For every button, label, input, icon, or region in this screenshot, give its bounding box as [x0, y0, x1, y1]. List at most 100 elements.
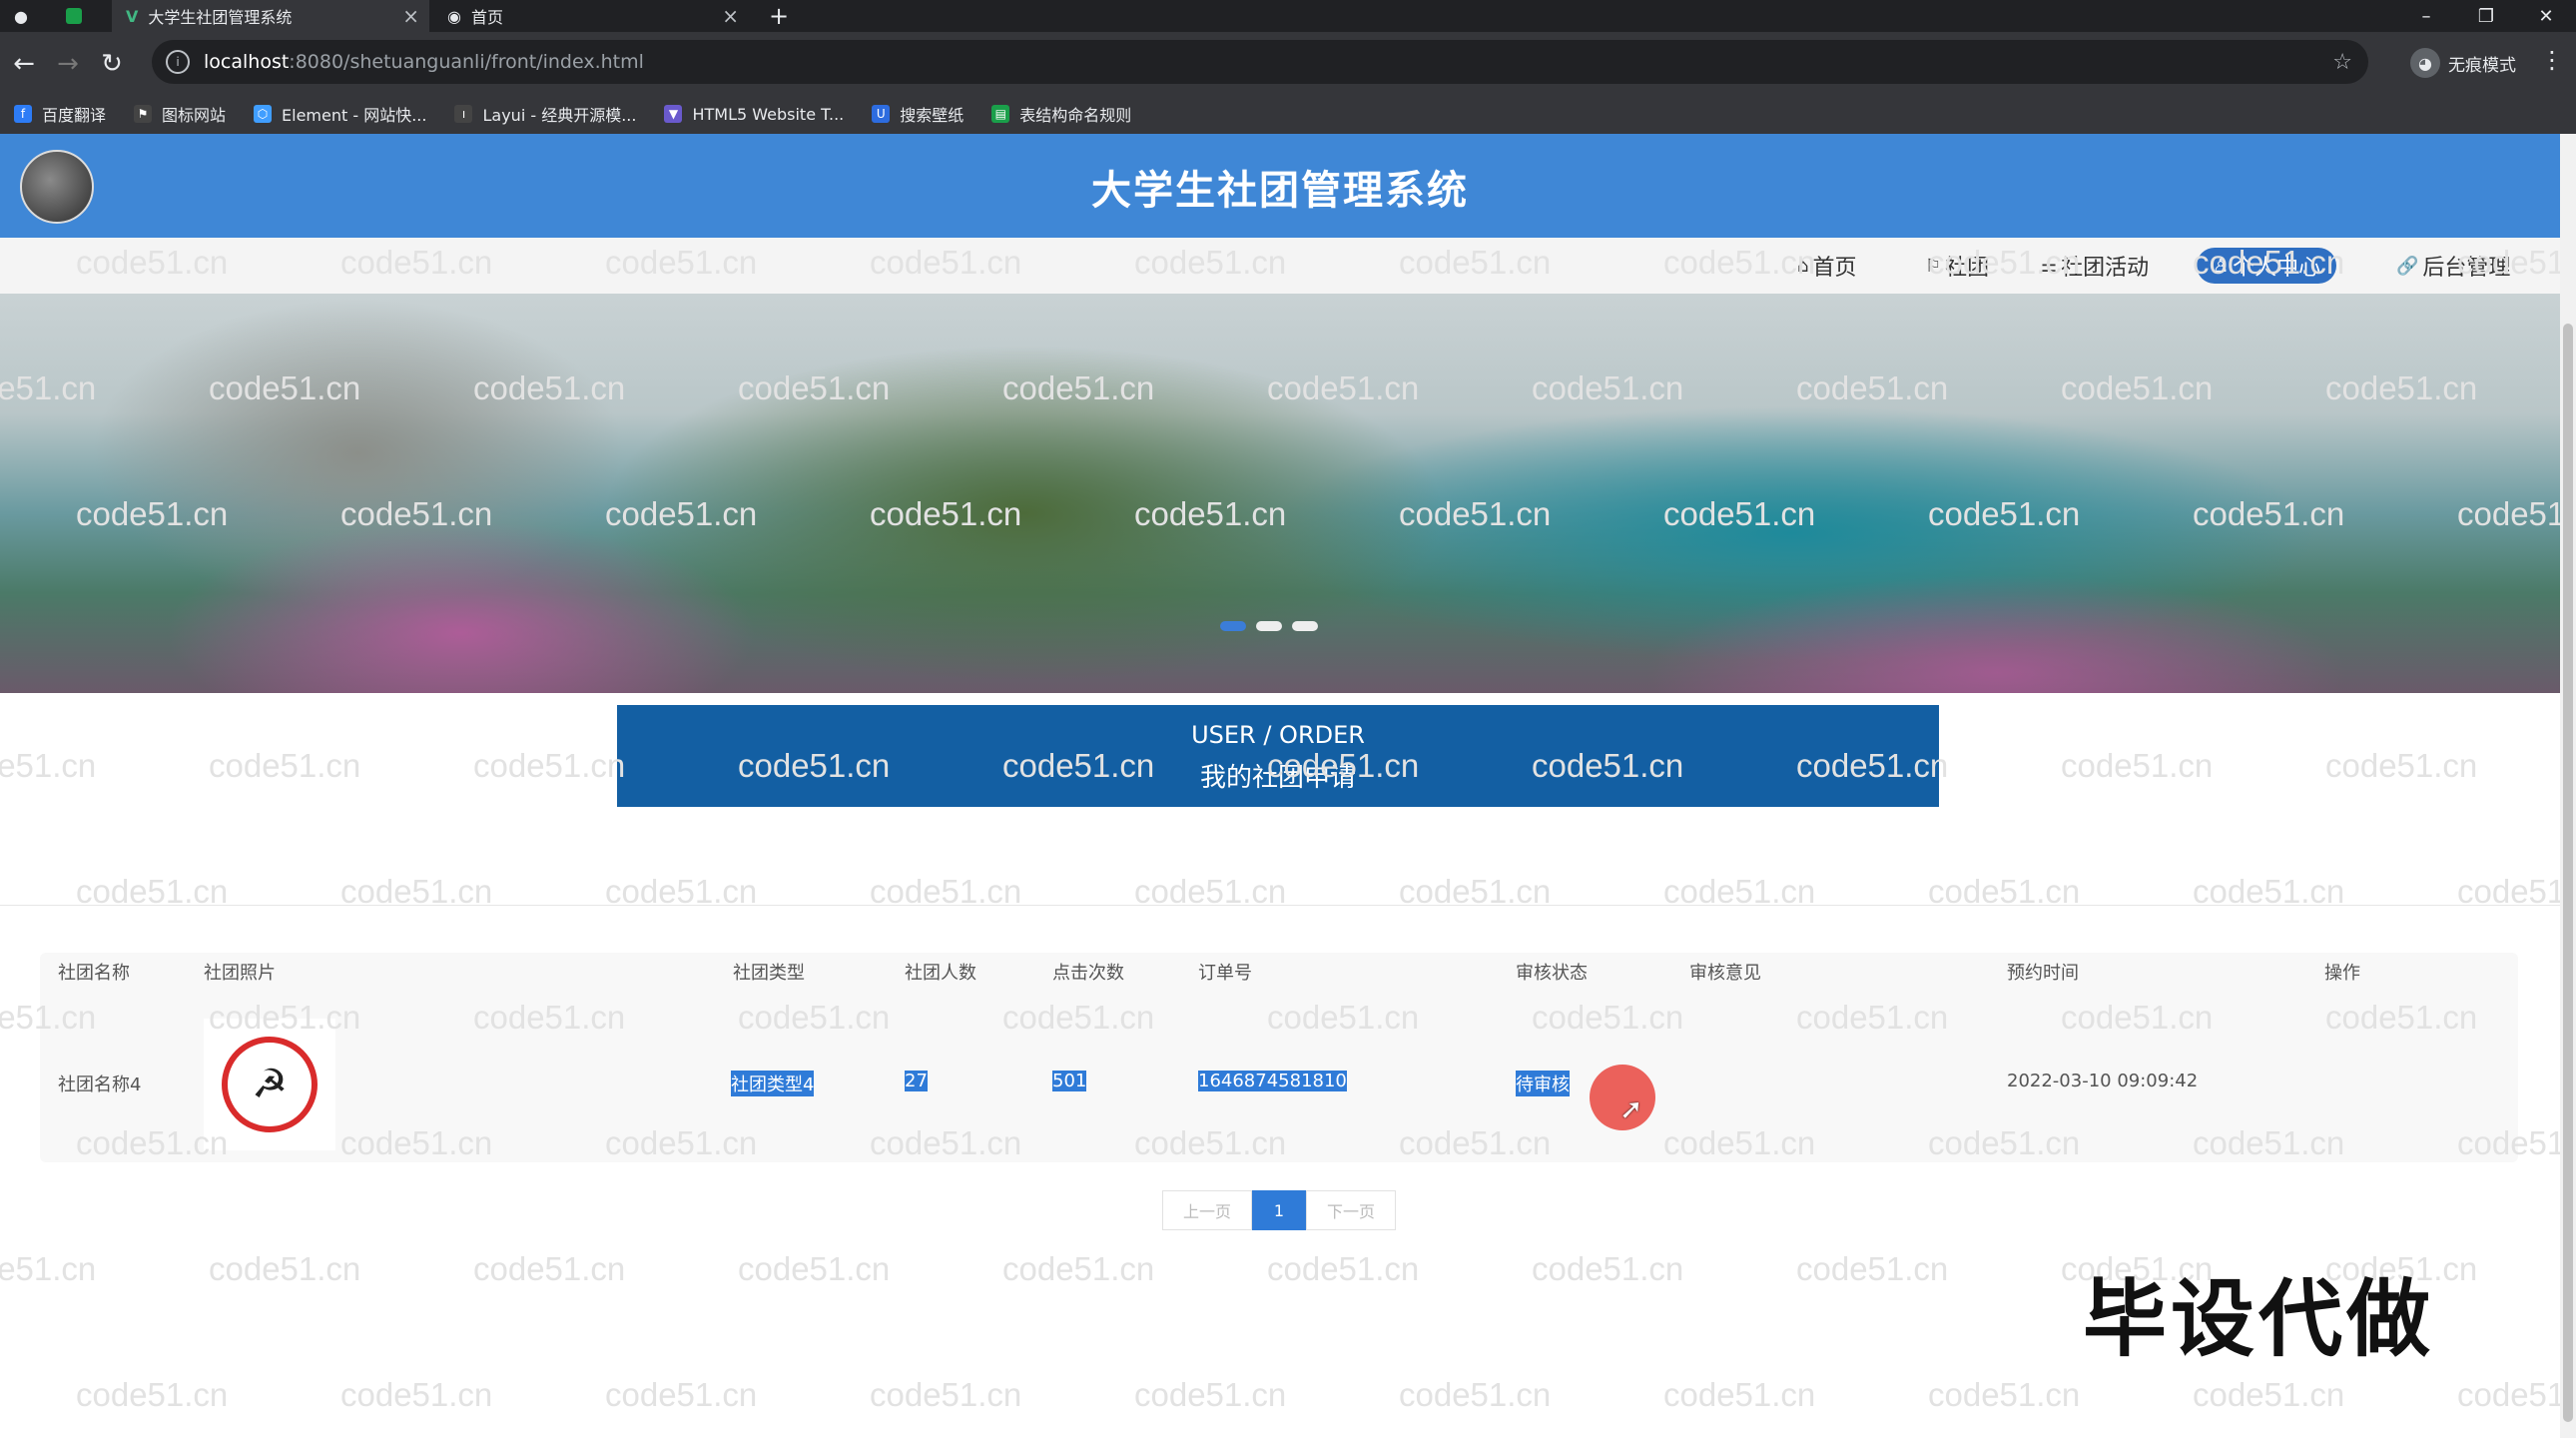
watermark-text: code51.cn: [1399, 1376, 1551, 1414]
col-header-members: 社团人数: [905, 959, 976, 985]
translate-icon: f: [14, 105, 32, 123]
bookmark-item[interactable]: ▼HTML5 Website T...: [664, 105, 844, 124]
watermark-text: code51.cn: [605, 1376, 757, 1414]
bookmarks-bar: f百度翻译 ⚑图标网站 ⬡Element - 网站快... ıLayui - 经…: [0, 94, 2576, 135]
watermark-text: code51.cn: [209, 747, 360, 785]
col-header-opinion: 审核意见: [1689, 959, 1761, 985]
info-icon[interactable]: i: [166, 50, 190, 74]
col-header-order-no: 订单号: [1198, 959, 1252, 985]
tab-home[interactable]: ◉ 首页 ×: [439, 0, 749, 32]
carousel-indicators: [1220, 621, 1318, 631]
next-page-button[interactable]: 下一页: [1306, 1190, 1396, 1230]
forward-icon[interactable]: →: [48, 44, 88, 84]
sheet-icon: ▤: [991, 105, 1009, 123]
tab-favicon-green-icon[interactable]: [66, 0, 96, 32]
watermark-text: code51.cn: [76, 1376, 228, 1414]
col-header-action: 操作: [2324, 959, 2360, 985]
watermark-text: code51.cn: [1928, 1376, 2080, 1414]
tab-label: 首页: [471, 4, 503, 28]
col-header-status: 审核状态: [1516, 959, 1588, 985]
tab-close-icon[interactable]: ×: [722, 4, 739, 28]
bookmark-item[interactable]: U搜索壁纸: [872, 102, 964, 126]
cell-status: 待审核: [1516, 1071, 1570, 1096]
browser-more-icon[interactable]: ⋮: [2540, 46, 2564, 74]
tab-club-system[interactable]: V 大学生社团管理系统 ×: [112, 0, 429, 32]
club-photo: ☭: [204, 1019, 335, 1150]
watermark-text: code51.cn: [738, 1250, 890, 1288]
section-heading: USER / ORDER 我的社团申请: [617, 705, 1939, 807]
carousel-dot[interactable]: [1292, 621, 1318, 631]
close-window-icon[interactable]: ✕: [2516, 0, 2576, 32]
page-1-button[interactable]: 1: [1252, 1190, 1306, 1230]
flag-icon: ⚐: [1925, 256, 1941, 277]
incognito-profile[interactable]: ◕ 无痕模式: [2410, 46, 2516, 80]
cell-club-name: 社团名称4: [58, 1071, 141, 1096]
col-header-name: 社团名称: [58, 959, 130, 985]
section-title-cn: 我的社团申请: [617, 757, 1939, 794]
bookmark-item[interactable]: ⚑图标网站: [134, 102, 226, 126]
site-title: 大学生社团管理系统: [0, 158, 2560, 216]
cell-clicks: 501: [1052, 1071, 1086, 1091]
scrollbar-thumb[interactable]: [2563, 324, 2573, 1422]
watermark-text: code51.cn: [2061, 747, 2213, 785]
cell-order-no: 1646874581810: [1198, 1071, 1347, 1091]
bookmark-item[interactable]: ⬡Element - 网站快...: [254, 102, 426, 126]
club-emblem-icon: ☭: [222, 1037, 318, 1132]
minimize-icon[interactable]: –: [2396, 0, 2456, 32]
bookmark-star-icon[interactable]: ☆: [2332, 50, 2352, 75]
globe-icon: ◉: [447, 7, 461, 26]
layui-icon: ı: [454, 105, 472, 123]
nav-personal-center[interactable]: ♙个人中心: [2197, 248, 2336, 284]
col-header-photo: 社团照片: [204, 959, 276, 985]
restore-icon[interactable]: ❐: [2456, 0, 2516, 32]
incognito-icon: ◕: [2410, 48, 2440, 78]
carousel-dot[interactable]: [1256, 621, 1282, 631]
back-icon[interactable]: ←: [4, 44, 44, 84]
link-icon: 🔗: [2396, 256, 2418, 277]
mouse-cursor-icon: ➚: [1619, 1092, 1642, 1125]
watermark-text: code51.cn: [473, 747, 625, 785]
url-path: :8080/shetuanguanli/front/index.html: [289, 51, 644, 73]
nav-admin[interactable]: 🔗后台管理: [2396, 248, 2510, 284]
watermark-text: code51.cn: [1796, 1250, 1948, 1288]
watermark-text: code51.cn: [1532, 1250, 1683, 1288]
new-tab-icon[interactable]: +: [769, 0, 799, 32]
promo-text: 毕设代做: [2083, 1252, 2434, 1373]
watermark-text: code51.cn: [340, 1376, 492, 1414]
cell-members: 27: [905, 1071, 928, 1091]
watermark-text: code51.cn: [1267, 1250, 1419, 1288]
activity-icon: ⚏: [2041, 256, 2057, 277]
home-icon: ⌂: [1797, 256, 1808, 277]
prev-page-button[interactable]: 上一页: [1162, 1190, 1252, 1230]
watermark-text: code51.cn: [0, 1250, 96, 1288]
col-header-time: 预约时间: [2007, 959, 2079, 985]
watermark-text: code51.cn: [2325, 747, 2477, 785]
watermark-text: code51.cn: [870, 1376, 1021, 1414]
nav-club-activities[interactable]: ⚏社团活动: [2041, 248, 2149, 284]
bookmark-item[interactable]: f百度翻译: [14, 102, 106, 126]
user-icon: ♙: [2213, 256, 2229, 277]
carousel-dot[interactable]: [1220, 621, 1246, 631]
address-bar[interactable]: i localhost:8080/shetuanguanli/front/ind…: [152, 40, 2368, 84]
cell-time: 2022-03-10 09:09:42: [2007, 1071, 2198, 1091]
bookmark-item[interactable]: ▤表结构命名规则: [991, 102, 1131, 126]
web-page: 大学生社团管理系统 ⌂首页 ⚐社团 ⚏社团活动 ♙个人中心 🔗后台管理 USER…: [0, 134, 2560, 1438]
applications-table: [40, 953, 2518, 1162]
watermark-text: code51.cn: [473, 1250, 625, 1288]
bookmark-item[interactable]: ıLayui - 经典开源模...: [454, 102, 636, 126]
watermark-text: code51.cn: [1663, 1376, 1815, 1414]
page-scrollbar[interactable]: [2560, 134, 2576, 1438]
browser-tab-bar: ● V 大学生社团管理系统 × ◉ 首页 × + – ❐ ✕: [0, 0, 2576, 32]
reload-icon[interactable]: ↻: [92, 44, 132, 84]
carousel-banner[interactable]: [0, 294, 2560, 693]
tab-label: 大学生社团管理系统: [148, 4, 292, 28]
col-header-type: 社团类型: [733, 959, 805, 985]
tab-close-icon[interactable]: ×: [402, 4, 419, 28]
nav-home[interactable]: ⌂首页: [1797, 248, 1856, 284]
nav-clubs[interactable]: ⚐社团: [1925, 248, 1989, 284]
col-header-clicks: 点击次数: [1052, 959, 1124, 985]
browser-menu-icon[interactable]: ●: [14, 0, 44, 32]
vue-icon: V: [126, 7, 138, 26]
element-icon: ⬡: [254, 105, 272, 123]
url-host: localhost: [204, 51, 289, 73]
